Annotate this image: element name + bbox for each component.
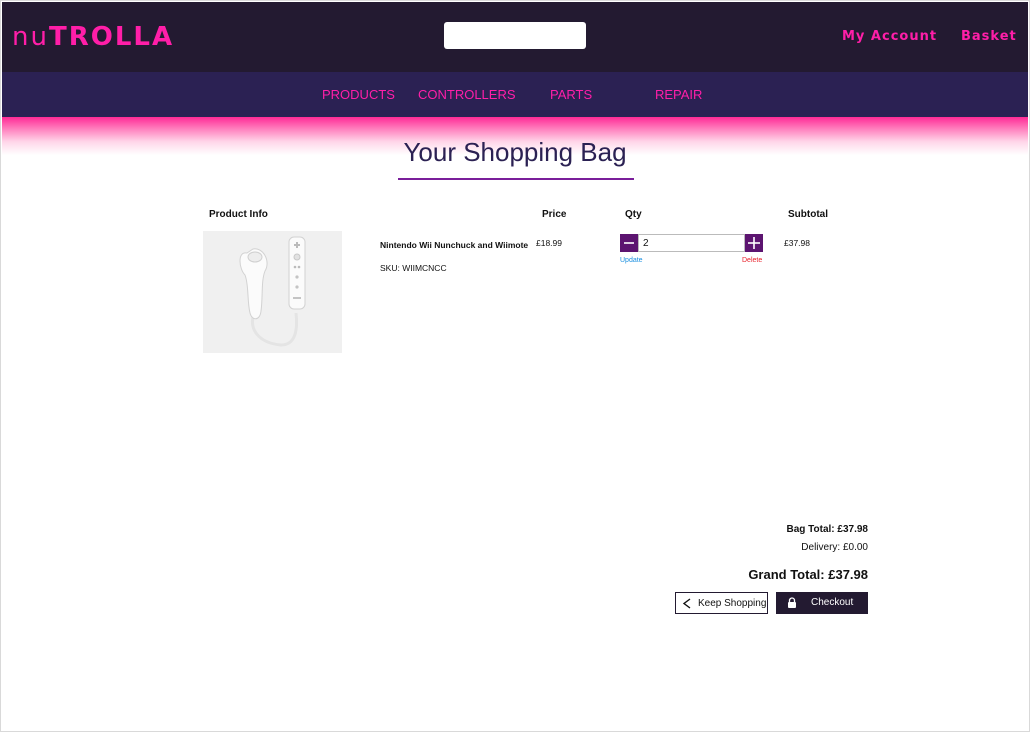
nav-item-products[interactable]: PRODUCTS: [322, 87, 395, 102]
logo-bold-text: TROLLA: [48, 22, 175, 52]
product-sku: SKU: WIIMCNCC: [380, 263, 447, 273]
chevron-left-icon: [682, 598, 691, 609]
bag-total: Bag Total: £37.98: [786, 524, 868, 535]
search-input[interactable]: [444, 22, 586, 49]
nav-item-repair[interactable]: REPAIR: [655, 87, 702, 102]
keep-shopping-button[interactable]: Keep Shopping: [675, 592, 768, 614]
minus-icon: [624, 242, 634, 244]
nav-item-parts[interactable]: PARTS: [550, 87, 592, 102]
product-image[interactable]: [203, 231, 342, 353]
checkout-label: Checkout: [811, 597, 854, 608]
update-link[interactable]: Update: [620, 257, 643, 264]
product-subtotal: £37.98: [784, 238, 810, 248]
lock-icon: [788, 597, 796, 608]
logo-light-text: nu: [12, 22, 49, 52]
grand-total: Grand Total: £37.98: [748, 567, 868, 582]
title-underline: [398, 178, 634, 180]
column-header-subtotal: Subtotal: [788, 209, 828, 220]
column-header-price: Price: [542, 209, 567, 220]
page-title: Your Shopping Bag: [403, 137, 627, 167]
keep-shopping-label: Keep Shopping: [698, 598, 767, 609]
column-header-product-info: Product Info: [209, 209, 268, 220]
increase-qty-button[interactable]: [745, 234, 763, 252]
delete-link[interactable]: Delete: [742, 257, 762, 264]
basket-link[interactable]: Basket: [961, 29, 1017, 44]
checkout-button[interactable]: Checkout: [776, 592, 868, 614]
plus-icon: [748, 237, 760, 249]
site-header: nuTROLLA My Account Basket: [2, 2, 1028, 72]
column-header-qty: Qty: [625, 209, 642, 220]
product-name[interactable]: Nintendo Wii Nunchuck and Wiimote: [380, 240, 528, 250]
brand-logo[interactable]: nuTROLLA: [12, 22, 174, 52]
decrease-qty-button[interactable]: [620, 234, 638, 252]
quantity-input[interactable]: [638, 234, 745, 252]
quantity-stepper: [620, 234, 763, 252]
product-price: £18.99: [536, 238, 562, 248]
my-account-link[interactable]: My Account: [842, 29, 937, 44]
nav-item-controllers[interactable]: CONTROLLERS: [418, 87, 516, 102]
main-nav: PRODUCTS CONTROLLERS PARTS REPAIR: [2, 72, 1028, 117]
delivery-cost: Delivery: £0.00: [801, 542, 868, 553]
